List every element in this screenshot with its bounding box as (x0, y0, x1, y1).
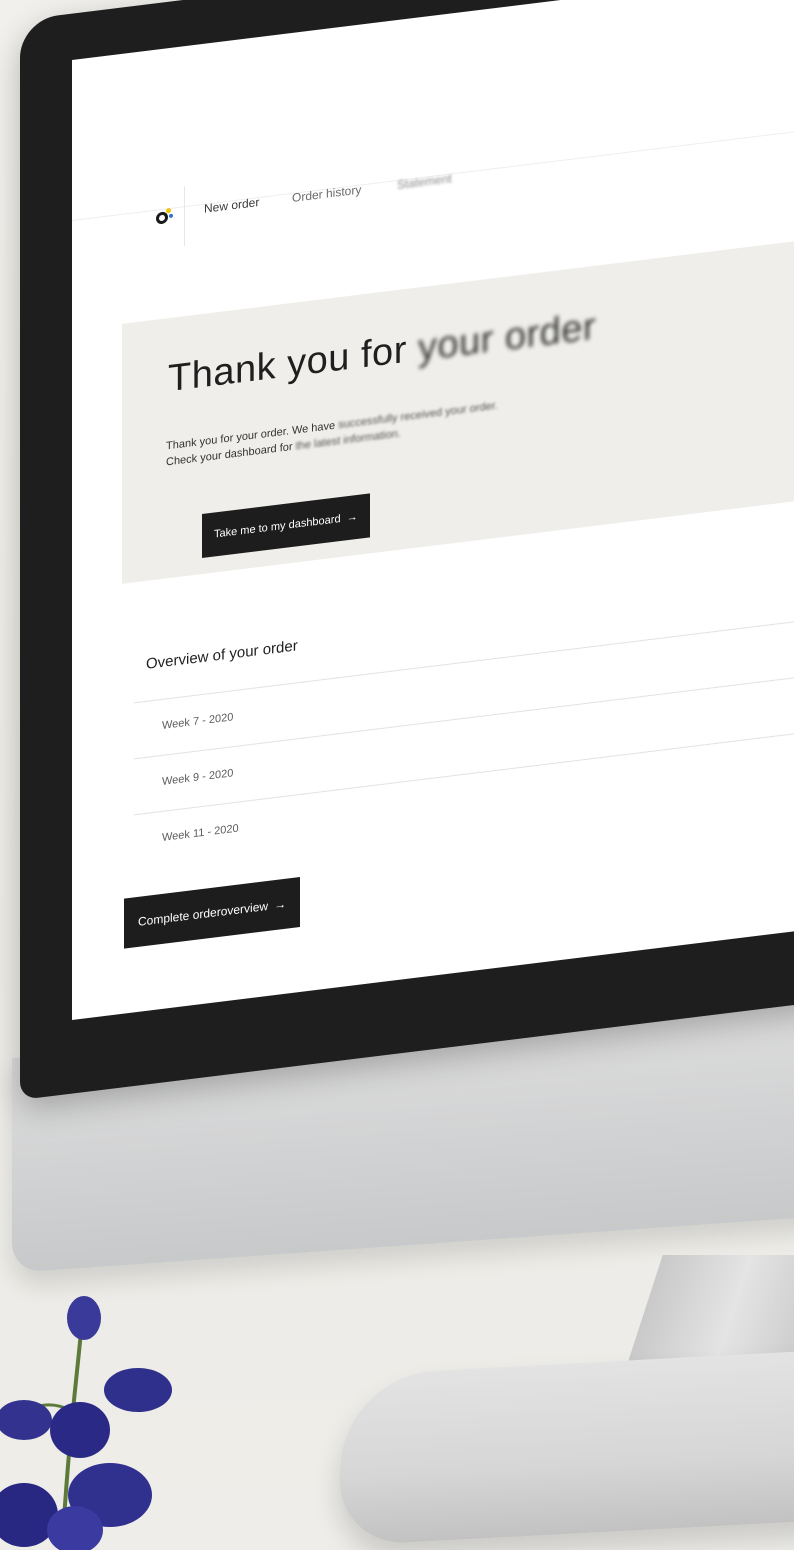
monitor-stand-foot (335, 1343, 794, 1547)
nav-item-new-order[interactable]: New order (204, 195, 259, 216)
dashboard-button[interactable]: Take me to my dashboard → (202, 493, 370, 559)
arrow-right-icon: → (346, 510, 358, 525)
complete-overview-button-label: Complete orderoverview (138, 898, 269, 929)
hero-section: Thank you for your order Thank you for y… (122, 223, 794, 584)
overview-title: Overview of your order (146, 637, 298, 673)
dashboard-button-label: Take me to my dashboard (214, 513, 341, 541)
nav-item-statement[interactable]: Statement (397, 171, 452, 192)
nav-divider (184, 186, 185, 247)
brand-logo-icon[interactable] (154, 205, 176, 230)
page-title-end: your order (417, 305, 597, 370)
arrow-right-icon: → (274, 896, 287, 913)
complete-overview-button[interactable]: Complete orderoverview → (124, 876, 301, 949)
nav-item-order-history[interactable]: Order history (292, 182, 361, 205)
monitor-screen: New order Order history Statement Thank … (72, 0, 794, 1021)
scene: New order Order history Statement Thank … (0, 0, 794, 1550)
week-label: Week 7 - 2020 (162, 711, 234, 732)
page-title-start: Thank you for (168, 327, 418, 401)
confirmation-line-2: Check your dashboard for the latest info… (166, 376, 794, 471)
page-title: Thank you for your order (168, 306, 596, 402)
flower-decoration (0, 1296, 172, 1550)
week-label: Week 9 - 2020 (162, 767, 234, 788)
week-label: Week 11 - 2020 (162, 822, 239, 844)
